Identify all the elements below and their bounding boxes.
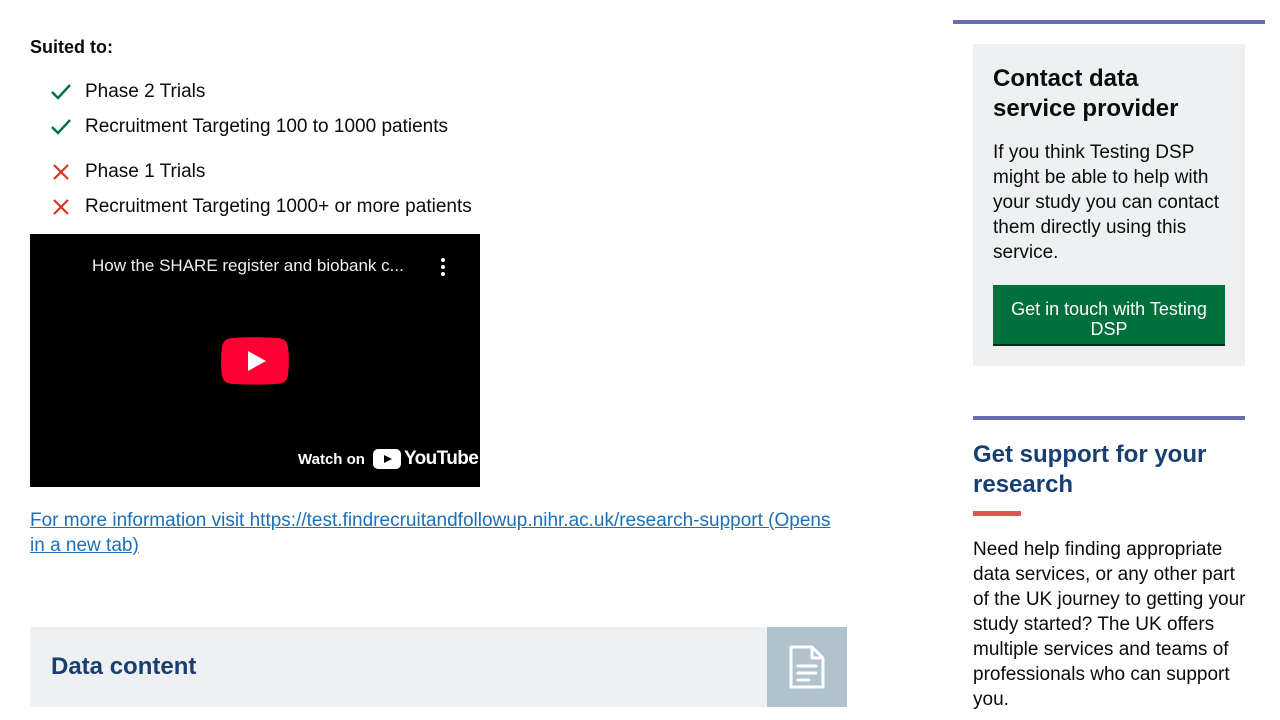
youtube-logo-text: YouTube bbox=[403, 448, 479, 469]
contact-title: Contact data service provider bbox=[993, 65, 1179, 122]
video-player[interactable]: How the SHARE register and biobank c... … bbox=[30, 234, 480, 487]
suited-item: Recruitment Targeting 100 to 1000 patien… bbox=[50, 109, 650, 144]
data-content-section[interactable]: Data content bbox=[30, 627, 847, 707]
more-options-icon[interactable] bbox=[433, 256, 453, 278]
suited-list: Phase 2 Trials Recruitment Targeting 100… bbox=[50, 74, 650, 144]
check-icon bbox=[50, 81, 72, 103]
cross-icon bbox=[50, 161, 72, 183]
cross-icon bbox=[50, 196, 72, 218]
support-text: Need help finding appropriate data servi… bbox=[973, 539, 1246, 710]
suited-item-label: Phase 2 Trials bbox=[85, 80, 206, 102]
page: Suited to: Phase 2 Trials Recruitment Ta… bbox=[0, 0, 1280, 720]
more-info-link[interactable]: For more information visit https://test.… bbox=[30, 508, 847, 558]
support-title: Get support for your research bbox=[973, 441, 1207, 498]
data-content-title: Data content bbox=[51, 653, 197, 680]
video-title[interactable]: How the SHARE register and biobank c... bbox=[92, 256, 422, 276]
play-button[interactable] bbox=[221, 337, 289, 385]
suited-to-heading: Suited to: bbox=[30, 37, 113, 57]
get-in-touch-button[interactable]: Get in touch with Testing DSP bbox=[993, 285, 1225, 344]
contact-text: If you think Testing DSP might be able t… bbox=[993, 142, 1220, 263]
watch-on-youtube-link[interactable]: Watch on YouTube bbox=[298, 446, 479, 472]
not-suited-item: Recruitment Targeting 1000+ or more pati… bbox=[50, 189, 650, 224]
contact-panel: Contact data service provider If you thi… bbox=[973, 44, 1245, 366]
not-suited-item: Phase 1 Trials bbox=[50, 154, 650, 189]
support-accent-bar bbox=[973, 511, 1021, 516]
not-suited-item-label: Phase 1 Trials bbox=[85, 160, 206, 182]
not-suited-item-label: Recruitment Targeting 1000+ or more pati… bbox=[85, 195, 472, 217]
support-divider bbox=[973, 416, 1245, 420]
youtube-logo: YouTube bbox=[372, 448, 479, 470]
watch-on-label: Watch on bbox=[298, 450, 365, 468]
document-icon bbox=[789, 645, 825, 689]
suited-item-label: Recruitment Targeting 100 to 1000 patien… bbox=[85, 115, 448, 137]
sidebar-divider bbox=[953, 20, 1265, 24]
check-icon bbox=[50, 116, 72, 138]
data-content-icon-box bbox=[767, 627, 847, 707]
not-suited-list: Phase 1 Trials Recruitment Targeting 100… bbox=[50, 154, 650, 224]
suited-item: Phase 2 Trials bbox=[50, 74, 650, 109]
